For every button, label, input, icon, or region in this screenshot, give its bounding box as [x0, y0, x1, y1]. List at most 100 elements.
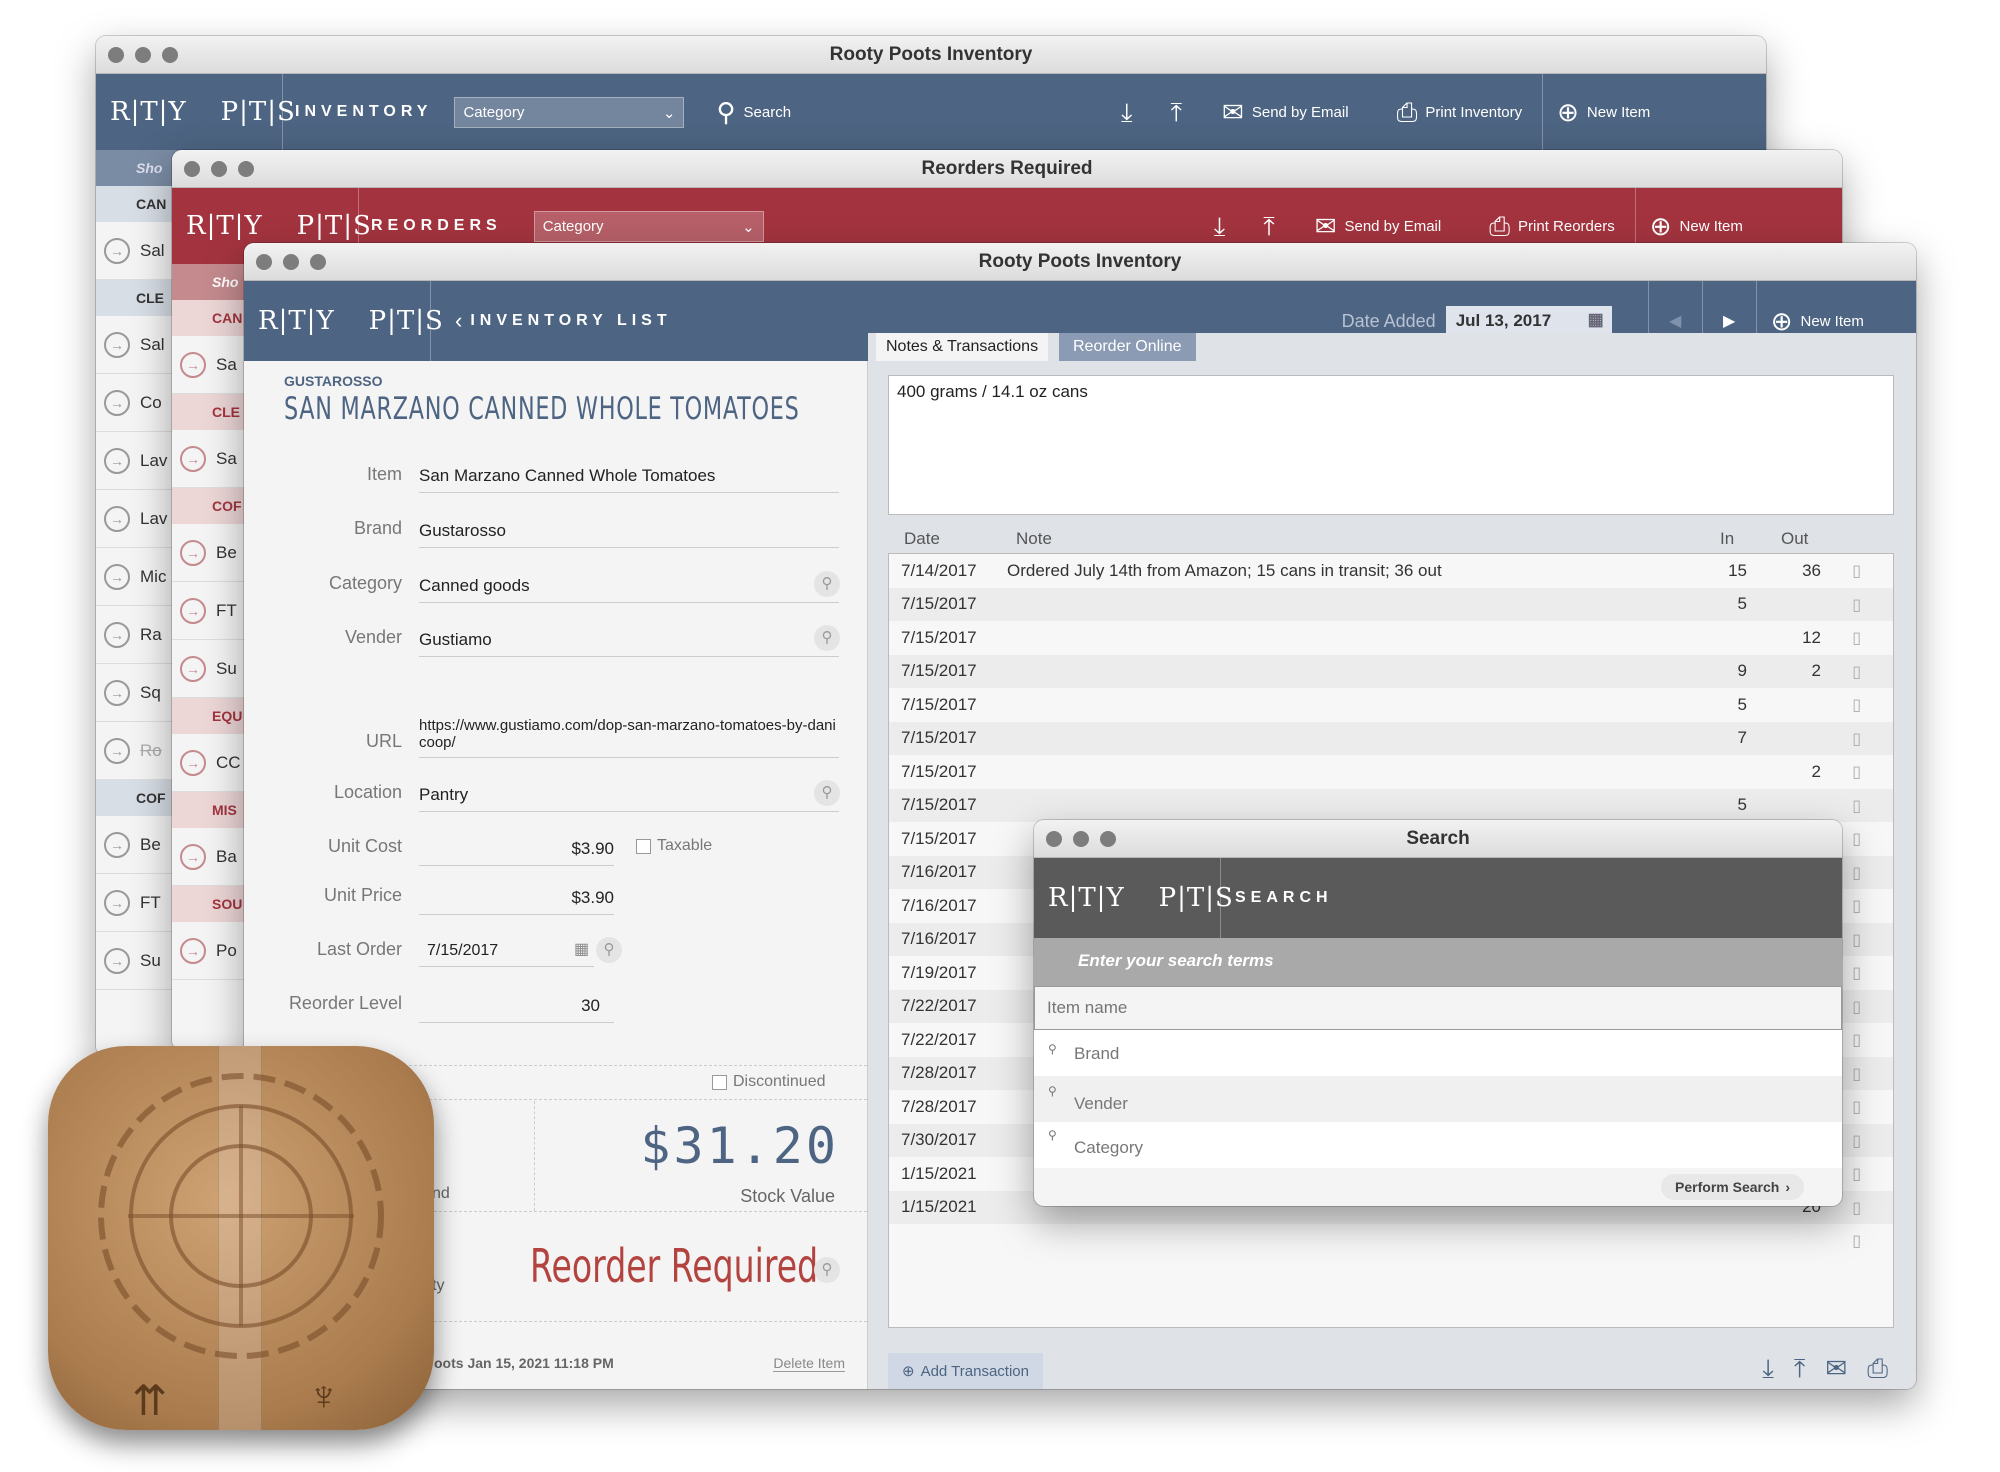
trash-icon[interactable]: ▯ [1852, 1030, 1861, 1049]
url-field[interactable]: https://www.gustiamo.com/dop-san-marzano… [419, 717, 839, 758]
unit-cost-label: Unit Cost [327, 836, 402, 856]
arrow-right-icon: → [104, 621, 130, 648]
date-added-field[interactable]: Jul 13, 2017 ▦ [1445, 306, 1612, 336]
trash-icon[interactable]: ▯ [1852, 863, 1861, 882]
send-email-button[interactable]: ✉ Send by Email [1315, 213, 1442, 239]
item-detail-window: Rooty Poots Inventory R|T|Y P|T|S ‹ INVEN… [244, 243, 1916, 1389]
table-row[interactable]: ▯ [889, 1224, 1893, 1258]
location-field[interactable]: Pantry [419, 785, 839, 812]
category-input[interactable]: ⚲ Category [1034, 1122, 1842, 1168]
category-select[interactable]: Category ⌄ [454, 96, 685, 128]
table-row[interactable]: 7/14/2017 Ordered July 14th from Amazon; … [889, 554, 1893, 588]
trash-icon[interactable]: ▯ [1852, 595, 1861, 614]
envelope-icon: ✉ [1314, 211, 1337, 241]
sidebar-item[interactable]: → Sa [172, 336, 252, 394]
sidebar-item[interactable]: → Ba [172, 828, 252, 886]
taxable-checkbox[interactable]: Taxable [636, 837, 712, 855]
sidebar-item[interactable]: → Su [172, 640, 252, 698]
category-lookup-icon[interactable]: ⚲ [814, 571, 840, 597]
tab-reorder-online[interactable]: Reorder Online [1059, 333, 1196, 361]
sidebar-item[interactable]: → Po [172, 922, 252, 980]
vender-label: Vender [344, 627, 402, 647]
calendar-icon[interactable]: ▦ [574, 939, 589, 959]
category-select[interactable]: Category ⌄ [533, 210, 764, 242]
trash-icon[interactable]: ▯ [1852, 1164, 1861, 1183]
delete-item-button[interactable]: Delete Item [773, 1355, 845, 1372]
envelope-icon[interactable]: ✉ [1825, 1353, 1847, 1385]
sidebar-item[interactable]: → Sa [172, 430, 252, 488]
new-item-button[interactable]: ⊕ New Item [1542, 74, 1650, 150]
printer-icon[interactable]: ⎙ [1867, 1353, 1888, 1385]
last-order-label: Last Order [316, 939, 402, 959]
triangle-right-icon: ▶ [1723, 313, 1736, 330]
vender-input[interactable]: ⚲ Vender [1034, 1076, 1842, 1122]
trash-icon[interactable]: ▯ [1852, 1097, 1861, 1116]
trash-icon[interactable]: ▯ [1852, 963, 1861, 982]
arrow-right-icon: → [180, 749, 206, 776]
category-select-label: Category [463, 103, 525, 121]
cell-out: 36 [1802, 560, 1821, 580]
location-lookup-icon[interactable]: ⚲ [814, 780, 840, 806]
trash-icon[interactable]: ▯ [1852, 1198, 1861, 1217]
download-icon[interactable]: ⤓ [1121, 99, 1133, 125]
send-email-button[interactable]: ✉ Send by Email [1222, 99, 1349, 125]
last-order-lookup-icon[interactable]: ⚲ [596, 937, 622, 963]
upload-icon[interactable]: ⤒ [1171, 99, 1183, 125]
item-field[interactable]: San Marzano Canned Whole Tomatoes [419, 466, 839, 493]
table-row[interactable]: 7/15/2017 5 ▯ [889, 587, 1893, 621]
trash-icon[interactable]: ▯ [1852, 997, 1861, 1016]
reorder-lookup-icon[interactable]: ⚲ [814, 1257, 840, 1283]
trash-icon[interactable]: ▯ [1852, 762, 1861, 781]
trash-icon[interactable]: ▯ [1852, 1131, 1861, 1150]
brand-input[interactable]: ⚲ Brand [1034, 1030, 1842, 1076]
add-transaction-button[interactable]: ⊕ Add Transaction [888, 1353, 1043, 1389]
vender-field[interactable]: Gustiamo [419, 630, 839, 657]
category-placeholder: Category [1074, 1138, 1143, 1157]
upload-icon[interactable]: ⤒ [1263, 213, 1275, 239]
sidebar-search[interactable]: Sho [172, 264, 252, 300]
table-row[interactable]: 7/15/2017 12 ▯ [889, 621, 1893, 655]
trash-icon[interactable]: ▯ [1852, 662, 1861, 681]
trash-icon[interactable]: ▯ [1852, 628, 1861, 647]
vender-placeholder: Vender [1074, 1094, 1128, 1113]
trash-icon[interactable]: ▯ [1852, 1064, 1861, 1083]
tab-notes-transactions[interactable]: Notes & Transactions [876, 333, 1049, 361]
category-field[interactable]: Canned goods [419, 576, 839, 603]
download-icon[interactable]: ⤓ [1762, 1353, 1774, 1385]
sidebar-item[interactable]: → FT [172, 582, 252, 640]
trash-icon[interactable]: ▯ [1852, 561, 1861, 580]
unit-price-field[interactable]: $3.90 [419, 888, 614, 915]
vender-lookup-icon[interactable]: ⚲ [814, 625, 840, 651]
print-inventory-button[interactable]: ⎙ Print Inventory [1397, 99, 1523, 125]
trash-icon[interactable]: ▯ [1852, 729, 1861, 748]
last-order-field[interactable]: 7/15/2017 [419, 942, 594, 967]
trash-icon[interactable]: ▯ [1852, 695, 1861, 714]
table-row[interactable]: 7/15/2017 2 ▯ [889, 755, 1893, 789]
table-row[interactable]: 7/15/2017 9 2 ▯ [889, 654, 1893, 688]
trash-icon[interactable]: ▯ [1852, 930, 1861, 949]
upload-icon[interactable]: ⤒ [1794, 1353, 1806, 1385]
trash-icon[interactable]: ▯ [1852, 829, 1861, 848]
unit-cost-field[interactable]: $3.90 [419, 839, 614, 866]
brand-field[interactable]: Gustarosso [419, 521, 839, 548]
search-button[interactable]: ⚲ Search [716, 99, 791, 125]
table-row[interactable]: 7/15/2017 5 ▯ [889, 788, 1893, 822]
trash-icon[interactable]: ▯ [1852, 896, 1861, 915]
notes-textarea[interactable]: 400 grams / 14.1 oz cans [888, 375, 1894, 515]
table-row[interactable]: 7/15/2017 7 ▯ [889, 721, 1893, 755]
discontinued-checkbox[interactable]: Discontinued [712, 1073, 826, 1091]
perform-search-button[interactable]: Perform Search › [1661, 1174, 1804, 1200]
item-name-input[interactable] [1034, 986, 1842, 1030]
sidebar-item[interactable]: → CC [172, 734, 252, 792]
printer-icon: ⎙ [1396, 97, 1418, 127]
print-reorders-button[interactable]: ⎙ Print Reorders [1489, 213, 1615, 239]
sidebar-item[interactable]: → Be [172, 524, 252, 582]
trash-icon[interactable]: ▯ [1852, 796, 1861, 815]
table-row[interactable]: 7/15/2017 5 ▯ [889, 688, 1893, 722]
back-button[interactable]: ‹ INVENTORY LIST [455, 308, 672, 334]
sidebar-item-label: Be [216, 542, 237, 562]
cell-date: 1/15/2021 [901, 1163, 977, 1183]
download-icon[interactable]: ⤓ [1214, 213, 1226, 239]
trash-icon[interactable]: ▯ [1852, 1231, 1861, 1250]
reorder-level-field[interactable]: 30 [419, 996, 614, 1023]
